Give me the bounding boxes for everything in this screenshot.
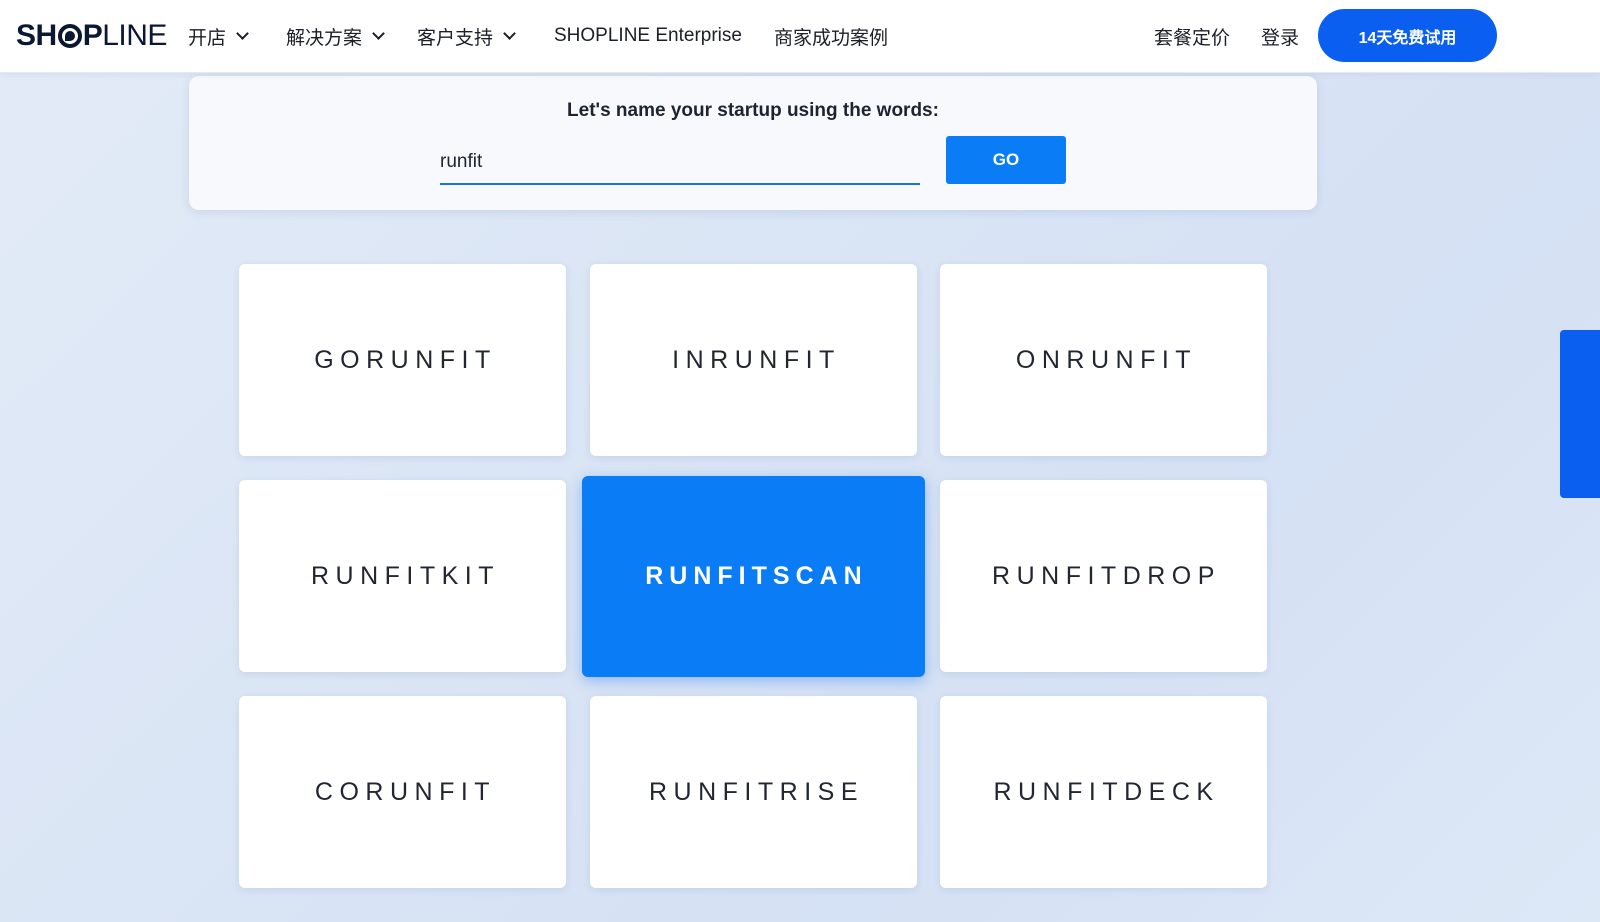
- side-contact-tab[interactable]: [1560, 330, 1600, 498]
- logo-o-mark-icon: [57, 24, 82, 48]
- logo-text-end: LINE: [102, 19, 167, 52]
- logo-text-p: P: [82, 19, 103, 52]
- chevron-down-icon: [372, 27, 385, 40]
- nav-login[interactable]: 登录: [1261, 22, 1299, 50]
- shopline-logo[interactable]: SH P LINE: [16, 19, 167, 53]
- chevron-down-icon: [503, 27, 516, 40]
- name-card-label: CORUNFIT: [314, 777, 497, 806]
- name-card[interactable]: RUNFITRISE: [590, 696, 917, 888]
- name-card-label: RUNFITDECK: [993, 777, 1220, 806]
- name-card[interactable]: INRUNFIT: [590, 264, 917, 456]
- name-card-label: GORUNFIT: [314, 345, 497, 374]
- nav-support[interactable]: 客户支持: [417, 22, 516, 50]
- nav-pricing-label: 套餐定价: [1154, 27, 1231, 49]
- free-trial-button[interactable]: 14天免费试用: [1318, 9, 1497, 62]
- go-button[interactable]: GO: [946, 136, 1066, 184]
- nav-enterprise[interactable]: SHOPLINE Enterprise: [554, 22, 742, 50]
- name-card-label: RUNFITKIT: [310, 561, 501, 590]
- name-card[interactable]: GORUNFIT: [239, 264, 566, 456]
- name-generator-panel: Let's name your startup using the words:…: [189, 76, 1317, 210]
- name-card[interactable]: RUNFITDECK: [940, 696, 1267, 888]
- name-card[interactable]: RUNFITKIT: [239, 480, 566, 672]
- name-card-label: INRUNFIT: [672, 345, 841, 374]
- nav-success-cases[interactable]: 商家成功案例: [774, 22, 888, 50]
- nav-login-label: 登录: [1261, 27, 1300, 49]
- name-card[interactable]: RUNFITDROP: [940, 480, 1267, 672]
- site-header: SH P LINE 开店 解决方案 客户支持 SHOPLINE Enterprise…: [0, 0, 1600, 73]
- nav-support-label: 客户支持: [417, 27, 494, 49]
- nav-enterprise-label: SHOPLINE Enterprise: [554, 25, 742, 46]
- name-card-label: RUNFITSCAN: [645, 562, 868, 590]
- chevron-down-icon: [236, 27, 249, 40]
- nav-open-store-label: 开店: [188, 27, 227, 49]
- name-card[interactable]: ONRUNFIT: [940, 264, 1267, 456]
- nav-open-store[interactable]: 开店: [188, 22, 249, 50]
- search-title: Let's name your startup using the words:: [567, 100, 939, 121]
- nav-pricing[interactable]: 套餐定价: [1154, 22, 1230, 50]
- nav-solutions-label: 解决方案: [286, 27, 363, 49]
- name-card-label: RUNFITDROP: [992, 561, 1221, 590]
- keywords-input[interactable]: [440, 141, 920, 185]
- name-card-selected[interactable]: RUNFITSCAN: [582, 476, 925, 677]
- name-card-label: RUNFITRISE: [649, 777, 864, 806]
- nav-solutions[interactable]: 解决方案: [286, 22, 385, 50]
- nav-success-cases-label: 商家成功案例: [774, 27, 889, 49]
- name-card[interactable]: CORUNFIT: [239, 696, 566, 888]
- name-card-label: ONRUNFIT: [1015, 345, 1198, 374]
- logo-text-start: SH: [16, 19, 57, 52]
